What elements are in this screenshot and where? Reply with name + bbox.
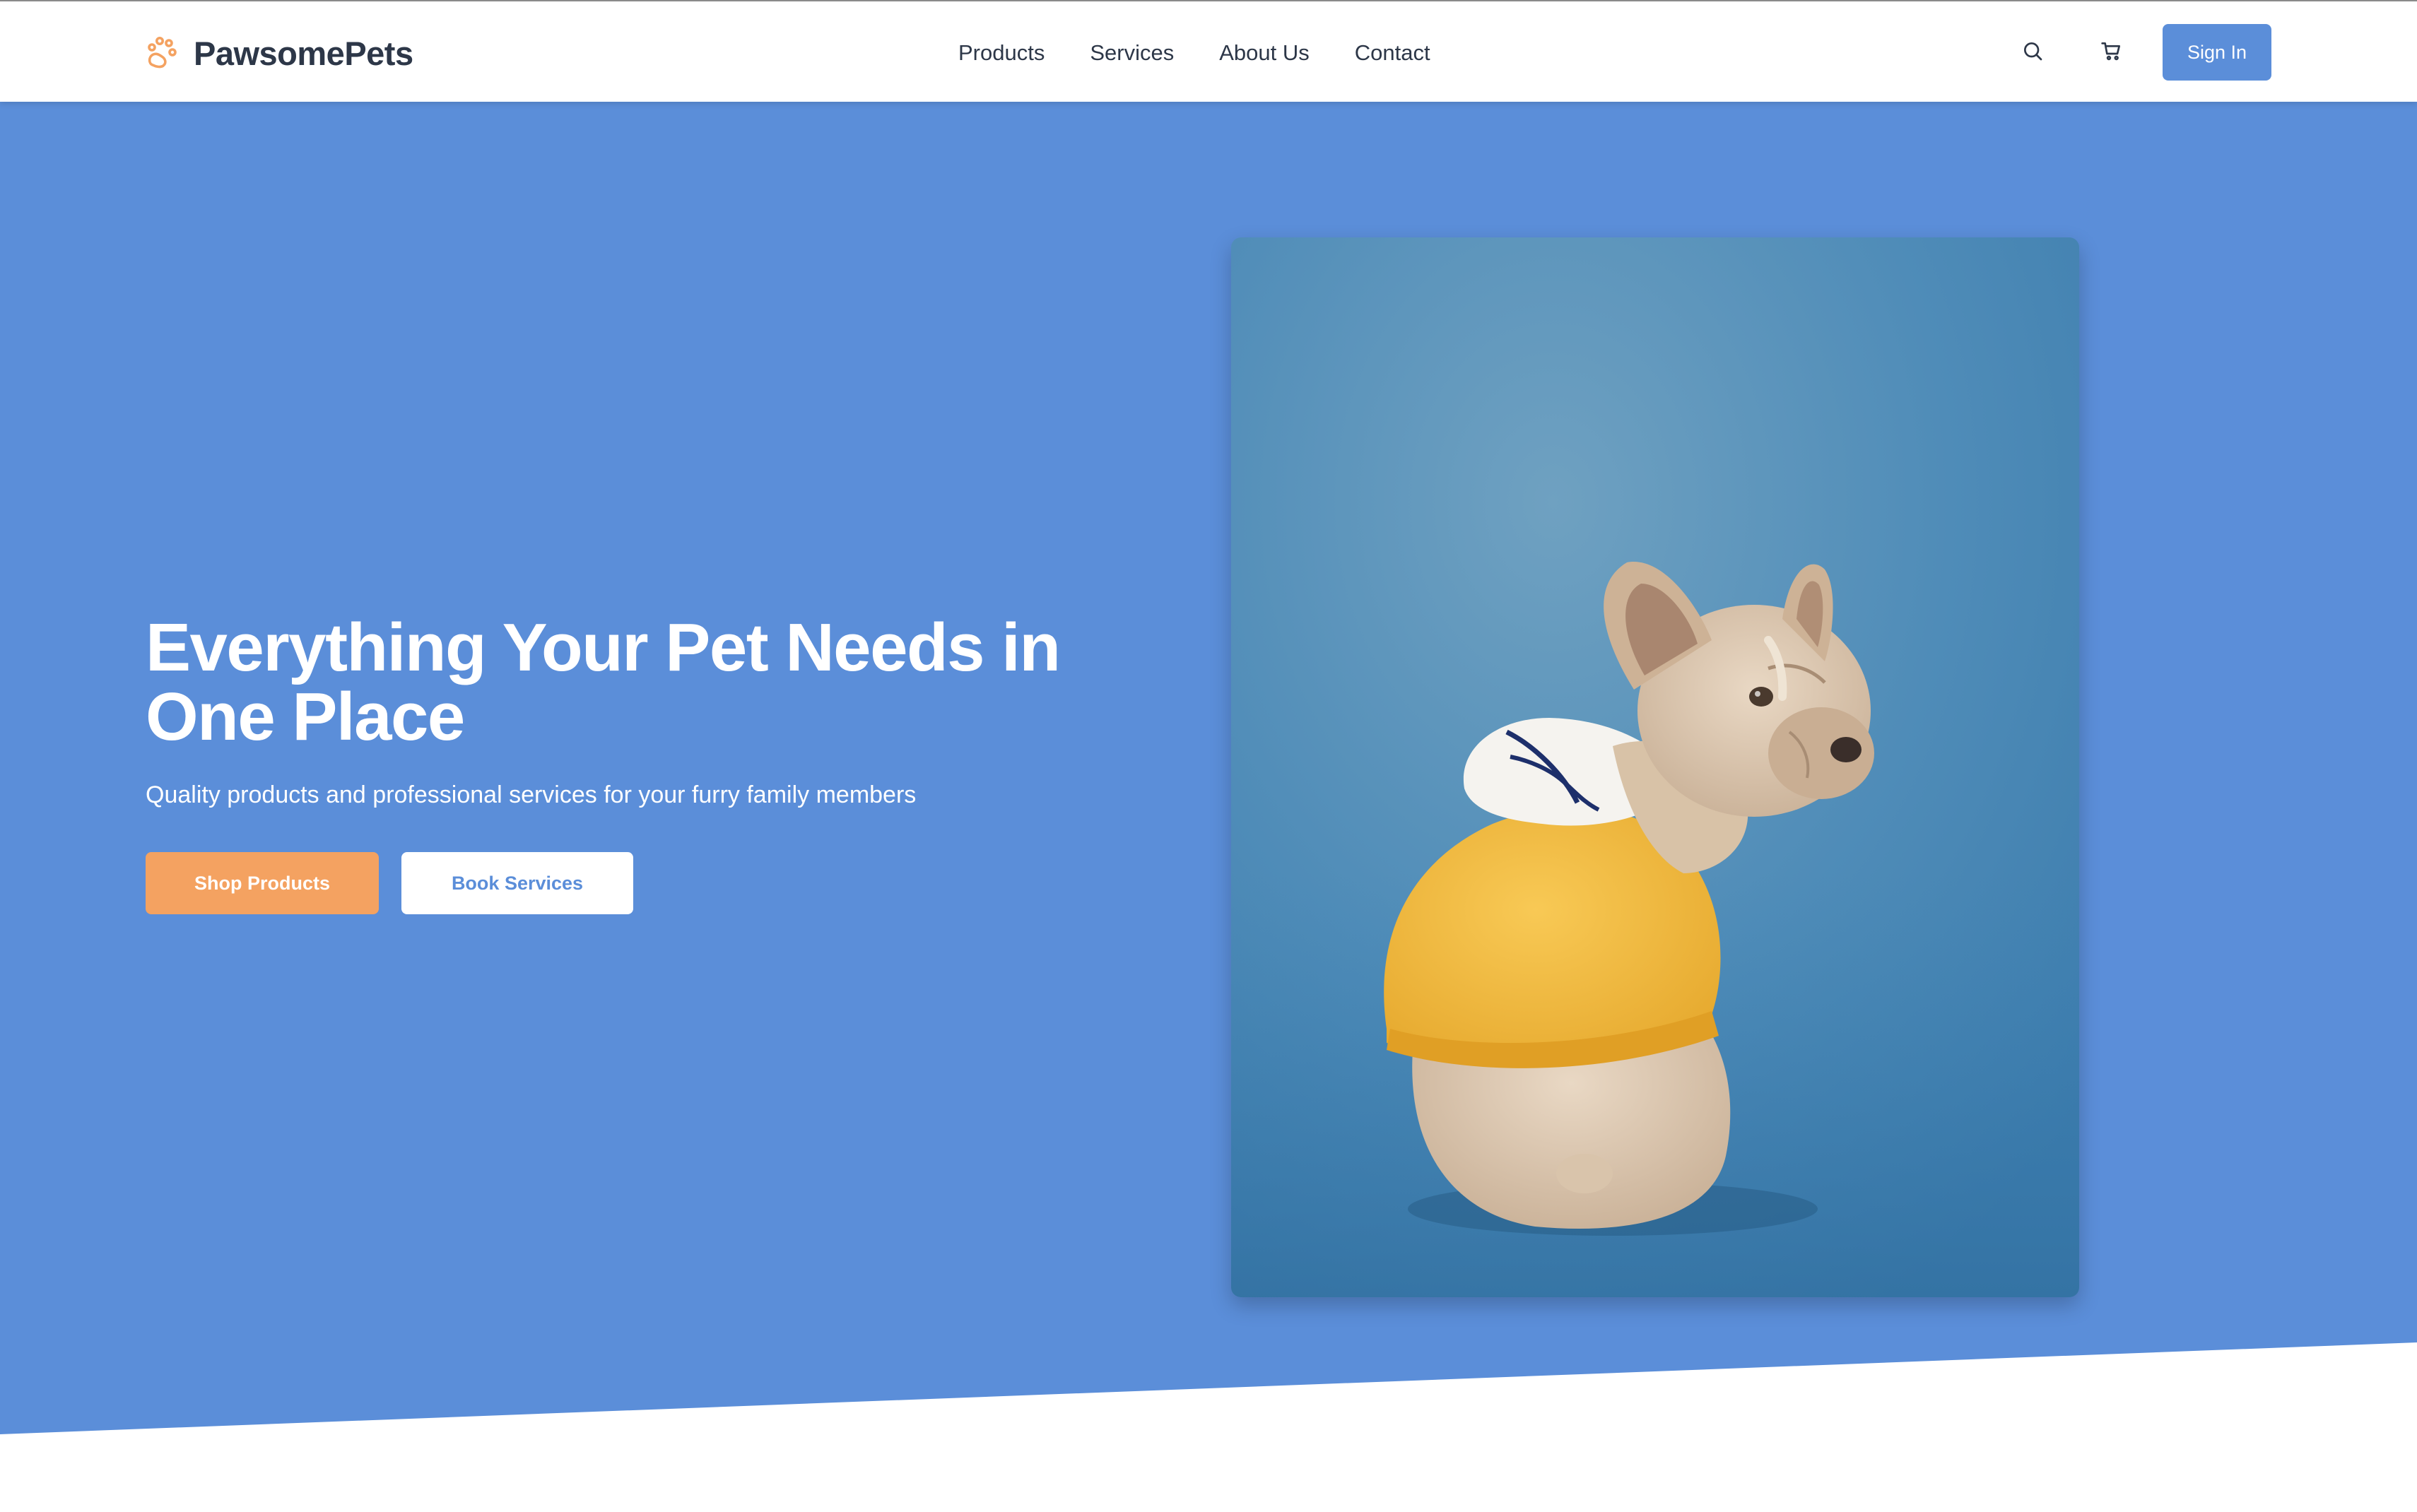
- sign-in-button[interactable]: Sign In: [2163, 24, 2271, 81]
- nav-link-contact[interactable]: Contact: [1355, 40, 1430, 66]
- search-icon: [2024, 42, 2042, 61]
- hero-title: Everything Your Pet Needs in One Place: [146, 610, 1061, 755]
- book-services-button[interactable]: Book Services: [401, 852, 633, 914]
- paw-icon: [148, 37, 177, 69]
- nav-link-services[interactable]: Services: [1090, 40, 1174, 66]
- cart-button[interactable]: [2096, 35, 2127, 66]
- main-nav: Products Services About Us Contact: [958, 30, 1430, 76]
- brand-name: PawsomePets: [194, 34, 413, 72]
- dog-photo: [1231, 237, 2079, 1297]
- brand-logo[interactable]: PawsomePets: [146, 28, 413, 78]
- shop-products-button[interactable]: Shop Products: [146, 852, 379, 914]
- search-button[interactable]: [2017, 35, 2048, 66]
- nav-link-about-us[interactable]: About Us: [1219, 40, 1310, 66]
- cart-icon: [2101, 42, 2120, 61]
- site-header: PawsomePets Products Services About Us C…: [0, 0, 2417, 102]
- hero-image: [1231, 237, 2079, 1297]
- page: PawsomePets Products Services About Us C…: [0, 0, 2417, 1512]
- nav-link-products[interactable]: Products: [958, 40, 1045, 66]
- hero-subtitle: Quality products and professional servic…: [146, 781, 917, 808]
- hero-buttons: Shop Products Book Services: [146, 852, 633, 914]
